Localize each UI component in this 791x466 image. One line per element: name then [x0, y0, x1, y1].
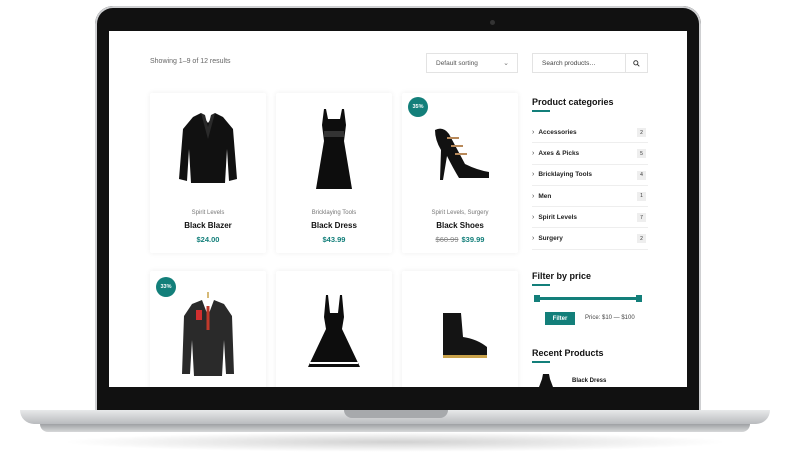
chevron-right-icon: ›	[532, 192, 535, 200]
category-item[interactable]: › Accessories 2	[532, 122, 648, 144]
price-slider-track[interactable]	[534, 297, 642, 300]
chevron-right-icon: ›	[532, 128, 535, 136]
category-label: Bricklaying Tools	[538, 171, 593, 179]
laptop-base-edge	[40, 424, 750, 432]
category-item[interactable]: › Axes & Picks 5	[532, 143, 648, 165]
category-count: 5	[637, 149, 646, 159]
recent-product-thumbnail[interactable]	[537, 374, 555, 387]
title-underline	[532, 361, 550, 363]
laptop-notch	[344, 410, 448, 418]
product-card[interactable]: Bricklaying Tools Black Dress $43.99	[276, 93, 392, 253]
category-label: Accessories	[538, 128, 577, 136]
boot-image	[402, 285, 518, 385]
category-label: Surgery	[538, 235, 563, 243]
price-slider-max-handle[interactable]	[636, 295, 642, 302]
category-count: 4	[637, 170, 646, 180]
result-count: Showing 1–9 of 12 results	[150, 58, 231, 65]
chevron-right-icon: ›	[532, 149, 535, 157]
category-count: 2	[637, 128, 646, 137]
price-range-label: Price: $10 — $100	[585, 315, 635, 321]
current-price: $24.00	[196, 235, 220, 244]
category-label: Axes & Picks	[538, 149, 580, 157]
search-button[interactable]	[625, 54, 647, 72]
product-card[interactable]: 33%	[150, 271, 266, 387]
sale-badge: 33%	[156, 277, 176, 297]
product-price: $60.99 $39.99	[402, 235, 518, 244]
product-search	[532, 53, 648, 73]
chevron-down-icon: ⌄	[503, 60, 509, 67]
recent-product-name[interactable]: Black Dress	[572, 378, 606, 384]
blazer-image	[150, 101, 266, 201]
category-label: Men	[538, 192, 552, 200]
sort-label: Default sorting	[436, 59, 478, 67]
category-item[interactable]: › Bricklaying Tools 4	[532, 165, 648, 186]
product-card[interactable]: Spirit Levels Black Blazer $24.00	[150, 93, 266, 253]
chevron-right-icon: ›	[532, 235, 535, 243]
current-price: $43.99	[322, 235, 346, 244]
search-input[interactable]	[533, 54, 625, 72]
category-item[interactable]: › Surgery 2	[532, 228, 648, 250]
chevron-right-icon: ›	[532, 171, 535, 179]
categories-title: Product categories	[532, 97, 614, 107]
category-item[interactable]: › Men 1	[532, 186, 648, 208]
product-price: $24.00	[150, 235, 266, 244]
product-category: Bricklaying Tools	[311, 210, 357, 216]
search-icon	[633, 59, 640, 67]
dress-image	[276, 101, 392, 201]
category-item[interactable]: › Spirit Levels 7	[532, 207, 648, 229]
category-count: 7	[637, 213, 646, 223]
chevron-right-icon: ›	[532, 213, 535, 221]
dress-image	[276, 285, 392, 385]
product-name[interactable]: Black Shoes	[402, 221, 518, 230]
filter-title: Filter by price	[532, 271, 592, 281]
category-label: Spirit Levels	[538, 213, 577, 221]
suit-image	[150, 285, 266, 385]
recent-products-title: Recent Products	[532, 348, 604, 358]
current-price: $39.99	[461, 235, 485, 244]
title-underline	[532, 110, 550, 112]
product-name[interactable]: Black Blazer	[150, 221, 266, 230]
laptop-shadow	[60, 432, 730, 452]
shop-page: Showing 1–9 of 12 results Default sortin…	[109, 31, 687, 387]
original-price: $60.99	[435, 235, 459, 244]
product-category: Spirit Levels, Surgery	[431, 210, 489, 216]
sale-badge: 35%	[408, 97, 428, 117]
title-underline	[532, 284, 550, 286]
category-count: 2	[637, 234, 646, 244]
product-card[interactable]: 35% Spirit Levels, Surgery Black Shoes $…	[402, 93, 518, 253]
category-count: 1	[637, 191, 646, 201]
filter-button[interactable]: Filter	[545, 312, 575, 325]
camera-icon	[490, 20, 495, 25]
product-price: $43.99	[276, 235, 392, 244]
price-slider-min-handle[interactable]	[534, 295, 540, 302]
product-card[interactable]	[276, 271, 392, 387]
sort-dropdown[interactable]: Default sorting ⌄	[426, 53, 518, 73]
product-category: Spirit Levels	[191, 210, 225, 216]
product-card[interactable]	[402, 271, 518, 387]
product-name[interactable]: Black Dress	[276, 221, 392, 230]
category-list: › Accessories 2 › Axes & Picks 5 › Brick…	[532, 122, 648, 250]
